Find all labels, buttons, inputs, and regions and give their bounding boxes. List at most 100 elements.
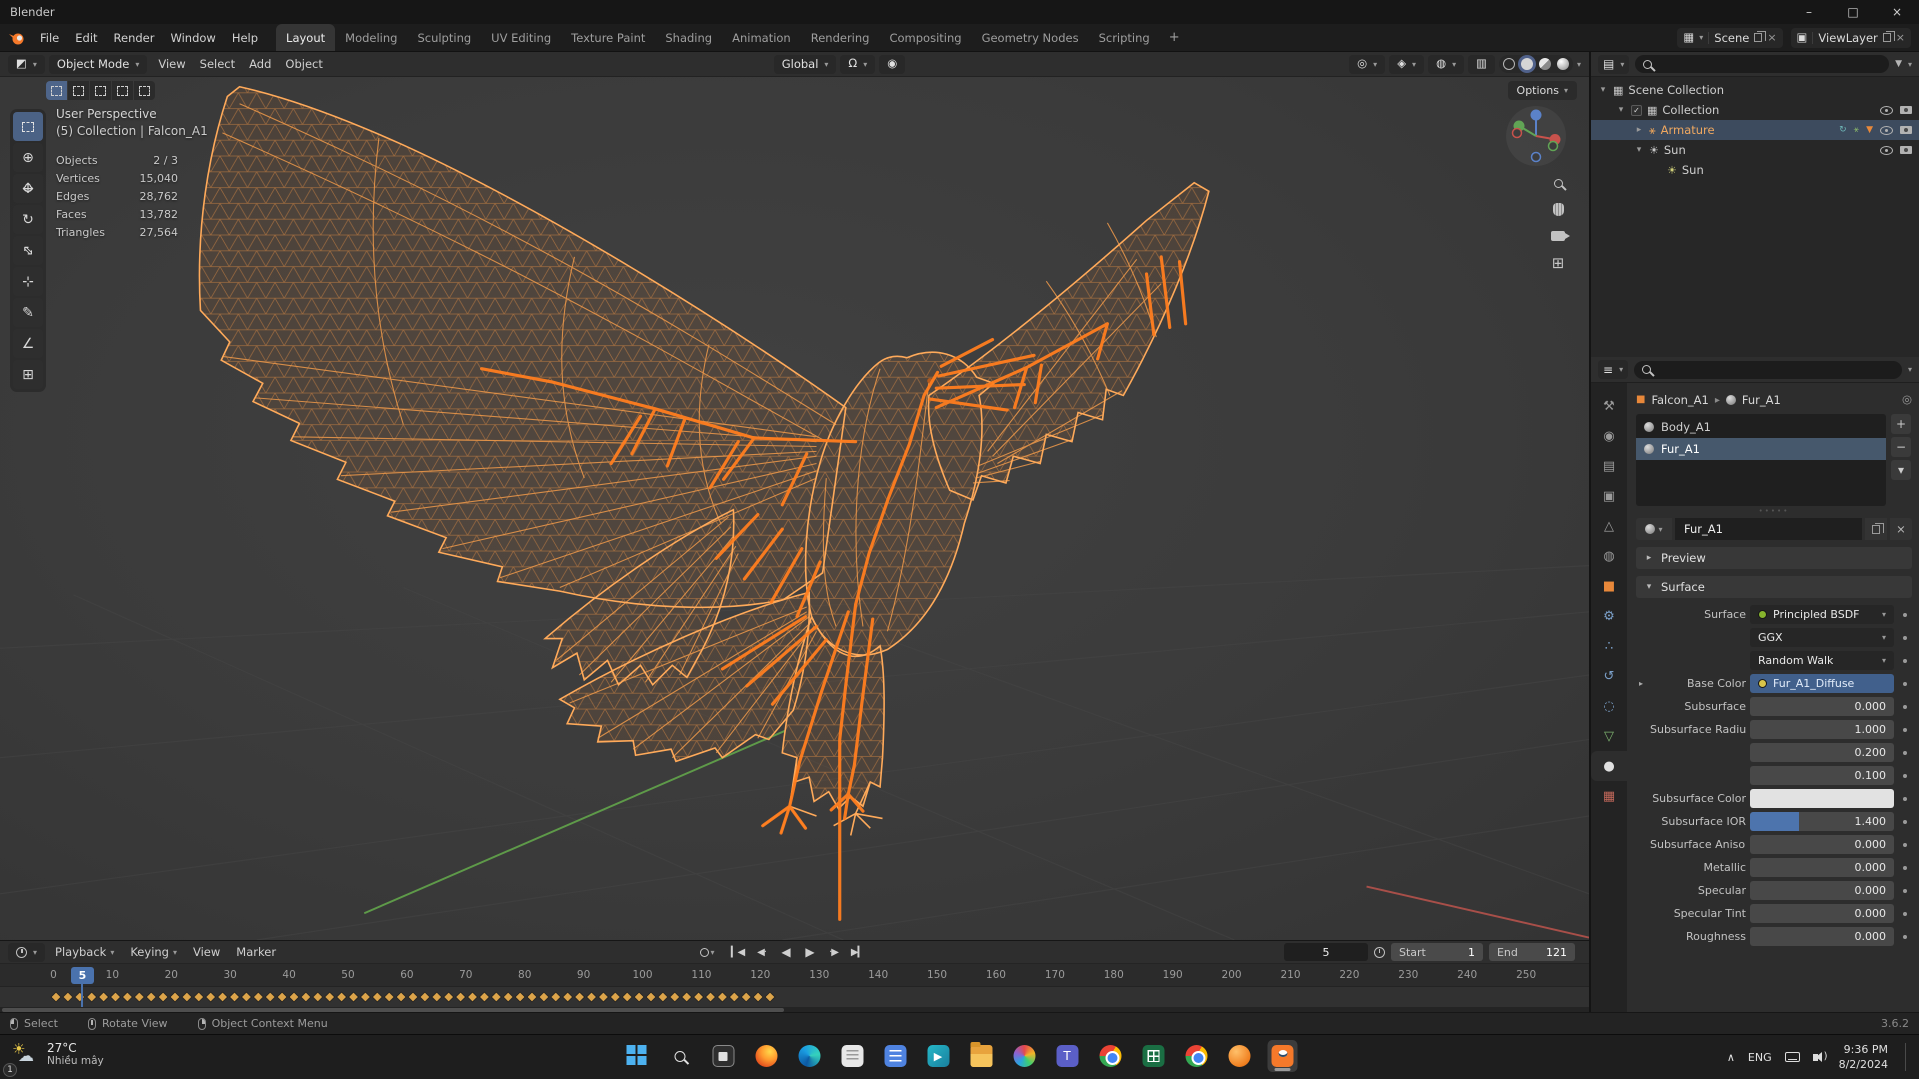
clock-widget[interactable]: 9:36 PM 8/2/2024 [1839, 1042, 1888, 1073]
frame-tick-label[interactable]: 160 [967, 964, 1026, 986]
new-scene-icon[interactable] [1754, 31, 1767, 42]
language-indicator[interactable]: ENG [1748, 1051, 1772, 1064]
3d-viewport[interactable]: Options ▾ ⊕ ↻ ⇔ ⊹ ✎ ∠ ⊞ User Perspective… [0, 77, 1589, 940]
frame-tick-label[interactable]: 230 [1379, 964, 1438, 986]
select-mode-set-button[interactable] [46, 81, 67, 100]
animate-property-icon[interactable] [1898, 843, 1912, 847]
frame-tick-label[interactable]: 30 [201, 964, 260, 986]
viewport-menu-item[interactable]: Select [193, 57, 242, 71]
weather-widget[interactable]: ☀ ☁ 27°C Nhiều mây [12, 1041, 104, 1067]
frame-tick-label[interactable]: 110 [672, 964, 731, 986]
hide-in-viewport-icon[interactable] [1880, 105, 1893, 115]
breadcrumb-material[interactable]: Fur_A1 [1742, 393, 1781, 407]
frame-tick-label[interactable]: 170 [1025, 964, 1084, 986]
slot-specials-button[interactable]: ▾ [1891, 460, 1911, 480]
animate-property-icon[interactable] [1898, 705, 1912, 709]
disable-in-renders-icon[interactable] [1900, 126, 1912, 134]
chrome-button[interactable] [1095, 1040, 1125, 1072]
speaker-icon[interactable] [1812, 1051, 1828, 1062]
tool-transform-button[interactable]: ⊹ [13, 267, 43, 296]
add-slot-button[interactable]: + [1891, 414, 1911, 434]
start-button[interactable] [622, 1040, 652, 1072]
workspace-tab[interactable]: Layout [276, 24, 336, 51]
tab-scene[interactable]: △ [1591, 511, 1627, 541]
new-view-layer-icon[interactable] [1882, 31, 1895, 42]
animate-property-icon[interactable] [1898, 912, 1912, 916]
new-material-button[interactable] [1865, 518, 1887, 540]
workspace-tab[interactable]: Rendering [801, 24, 880, 51]
frame-tick-label[interactable]: 90 [554, 964, 613, 986]
blender-logo-icon[interactable] [8, 30, 28, 46]
frame-tick-label[interactable]: 130 [790, 964, 849, 986]
task-view-button[interactable] [708, 1040, 738, 1072]
outliner-row-sun[interactable]: ▾ ☀ Sun [1591, 140, 1919, 160]
workspace-tab[interactable]: Compositing [879, 24, 971, 51]
timeline-menu-item[interactable]: Playback [47, 945, 122, 959]
unlink-material-button[interactable]: × [1890, 518, 1912, 540]
shading-material-button[interactable] [1539, 58, 1551, 70]
snap-toggle[interactable]: Ω ▾ [840, 54, 876, 74]
frame-tick-label[interactable]: 150 [908, 964, 967, 986]
animate-property-icon[interactable] [1898, 613, 1912, 617]
tab-object[interactable]: ■ [1591, 571, 1627, 601]
frame-tick-label[interactable]: 240 [1438, 964, 1497, 986]
expand-icon[interactable]: ▾ [1616, 105, 1626, 115]
property-field[interactable]: 0.200 ▾ [1750, 743, 1894, 762]
outliner-row-sun-data[interactable]: ☀ Sun [1591, 160, 1919, 180]
hide-in-viewport-icon[interactable] [1880, 125, 1893, 135]
file-explorer-button[interactable] [966, 1040, 996, 1072]
workspace-tab[interactable]: Scripting [1089, 24, 1160, 51]
preview-section-header[interactable]: ▸ Preview [1636, 547, 1912, 569]
edge-button[interactable] [794, 1040, 824, 1072]
preview-range-icon[interactable] [1373, 946, 1385, 958]
remove-view-layer-icon[interactable]: × [1896, 31, 1905, 44]
caret-down-icon[interactable]: ▾ [1908, 365, 1912, 374]
timeline-menu-item[interactable]: Marker [228, 945, 284, 959]
expand-icon[interactable]: ▾ [1634, 145, 1644, 155]
frame-tick-label[interactable]: 50 [319, 964, 378, 986]
close-button[interactable]: × [1875, 0, 1919, 24]
tab-object-data[interactable]: ▽ [1591, 721, 1627, 751]
blender-taskbar-button[interactable] [1267, 1040, 1297, 1072]
xray-toggle[interactable]: ▥ [1468, 54, 1495, 74]
expand-icon[interactable]: ▸ [1634, 125, 1644, 135]
show-desktop-button[interactable] [1905, 1043, 1909, 1071]
window-titlebar[interactable]: Blender – □ × [0, 0, 1919, 24]
properties-editor-type-dropdown[interactable]: ≡ ▾ [1598, 360, 1629, 379]
calculator-button[interactable] [880, 1040, 910, 1072]
photos-button[interactable] [1009, 1040, 1039, 1072]
workspace-tab[interactable]: Modeling [335, 24, 407, 51]
tool-measure-button[interactable]: ∠ [13, 329, 43, 358]
animate-property-icon[interactable] [1898, 751, 1912, 755]
property-field[interactable]: 0.100 ▾ [1750, 766, 1894, 785]
playhead-line[interactable] [81, 984, 83, 1007]
minimize-button[interactable]: – [1787, 0, 1831, 24]
animate-property-icon[interactable] [1898, 935, 1912, 939]
property-field[interactable]: ▾ [1750, 789, 1894, 808]
orange-app-button[interactable] [1224, 1040, 1254, 1072]
property-field[interactable]: 0.000 ▾ [1750, 835, 1894, 854]
tab-world[interactable]: ◍ [1591, 541, 1627, 571]
play-button[interactable]: ▶ [799, 944, 821, 961]
property-field[interactable]: 0.000 ▾ [1750, 881, 1894, 900]
zoom-icon[interactable] [1553, 179, 1563, 188]
end-frame-field[interactable]: End 121 [1488, 943, 1575, 961]
start-frame-field[interactable]: Start 1 [1390, 943, 1483, 961]
pin-icon[interactable]: ◎ [1902, 394, 1912, 406]
current-frame-field[interactable]: 5 [1283, 943, 1368, 961]
unlink-scene-icon[interactable]: × [1767, 31, 1776, 44]
previous-keyframe-button[interactable]: ◀· [751, 944, 773, 961]
workspace-tab[interactable]: UV Editing [481, 24, 561, 51]
properties-search-input[interactable] [1634, 360, 1902, 379]
orientation-dropdown[interactable]: Global ▾ [773, 54, 837, 74]
frame-tick-label[interactable]: 80 [495, 964, 554, 986]
material-slot-row[interactable]: Fur_A1 [1636, 438, 1886, 460]
select-mode-subtract-button[interactable] [90, 81, 111, 100]
shading-options-caret-icon[interactable]: ▾ [1577, 60, 1581, 69]
options-button[interactable]: Options ▾ [1507, 81, 1577, 100]
collection-checkbox[interactable]: ✓ [1631, 104, 1642, 116]
disable-in-renders-icon[interactable] [1900, 106, 1912, 114]
property-field[interactable]: 0.000 ▾ [1750, 697, 1894, 716]
jump-to-end-button[interactable]: ▶▎ [847, 944, 869, 961]
outliner-row-armature[interactable]: ▸ ⚹ Armature ↻ ⚹ ▼ [1591, 120, 1919, 140]
